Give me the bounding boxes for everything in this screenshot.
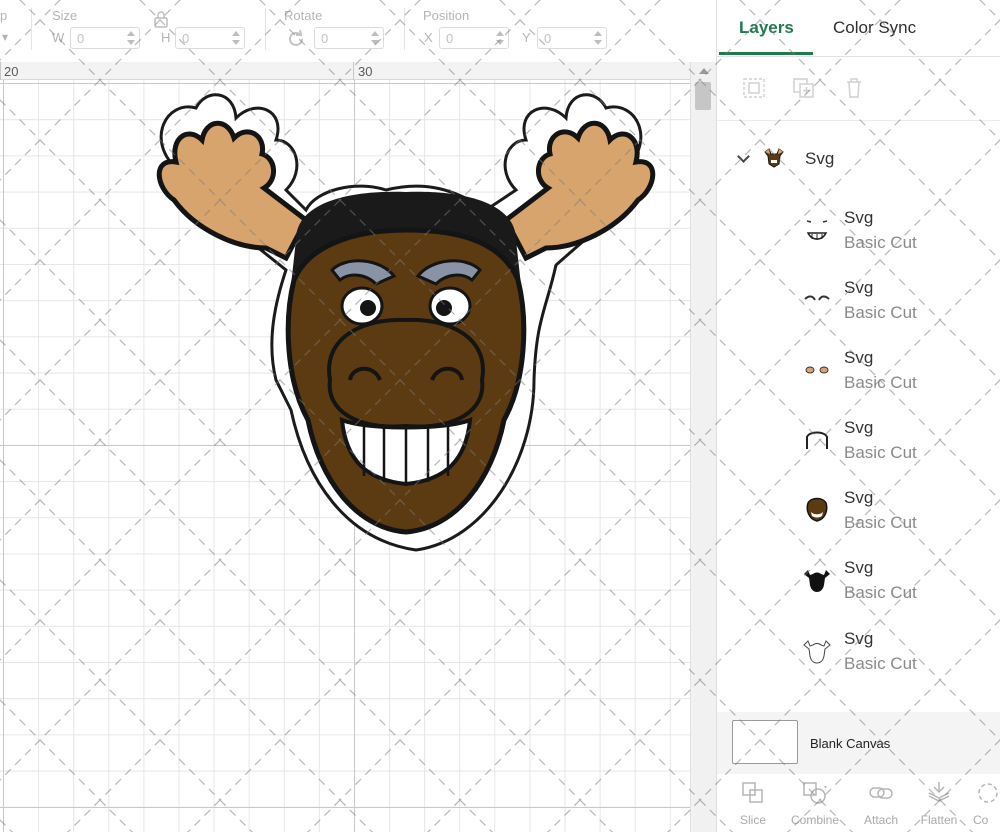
partial-arrow: ▾ <box>2 30 9 44</box>
combine-button[interactable]: Combine <box>785 780 845 830</box>
blank-canvas-thumbnail <box>732 720 798 764</box>
layer-item[interactable]: Svg Basic Cut <box>717 413 1000 479</box>
group-thumbnail <box>763 146 785 168</box>
layer-name: Svg <box>844 488 874 507</box>
layer-item[interactable]: Svg Basic Cut <box>717 273 1000 339</box>
width-stepper[interactable] <box>124 27 138 49</box>
contour-icon <box>975 780 1000 806</box>
layer-name: Svg <box>844 278 874 297</box>
width-axis-label: W <box>52 30 65 45</box>
partial-label: p <box>0 8 8 23</box>
layer-thumbnail-silhouette <box>803 565 831 593</box>
chevron-down-icon[interactable] <box>737 150 750 163</box>
layer-actions-bar: Slice Combine Attach Flatten Co <box>717 774 1000 832</box>
slice-button[interactable]: Slice <box>723 780 783 830</box>
size-label: Size <box>52 8 78 23</box>
separator <box>31 8 32 50</box>
layer-name: Svg <box>844 208 874 227</box>
blank-canvas-row[interactable]: Blank Canvas <box>717 712 1000 774</box>
trash-icon[interactable] <box>841 76 867 100</box>
height-stepper[interactable] <box>229 27 243 49</box>
layers-panel: Layers Color Sync Svg Svg Basic Cut Svg … <box>716 0 1000 832</box>
duplicate-icon[interactable] <box>791 76 817 100</box>
layer-name: Svg <box>844 629 874 648</box>
scroll-thumb[interactable] <box>695 82 711 110</box>
ruler-tick <box>0 62 1 80</box>
vertical-scrollbar[interactable] <box>690 62 716 832</box>
height-axis-label: H <box>161 30 171 45</box>
combine-icon <box>802 780 828 806</box>
tab-layers[interactable]: Layers <box>739 18 794 38</box>
layer-item[interactable]: Svg Basic Cut <box>717 483 1000 549</box>
layer-thumbnail-eyebrows <box>803 285 831 313</box>
layer-group-svg[interactable]: Svg <box>717 140 1000 176</box>
layer-operation: Basic Cut <box>844 654 917 673</box>
layer-thumbnail-eyes <box>803 355 831 383</box>
group-name: Svg <box>805 149 835 168</box>
layer-thumbnail-outline <box>803 636 831 664</box>
layer-name: Svg <box>844 348 874 367</box>
group-icon[interactable] <box>741 76 767 100</box>
attach-button[interactable]: Attach <box>851 780 911 830</box>
divider <box>717 120 1000 121</box>
rotate-stepper[interactable] <box>368 27 382 49</box>
contour-label: Co <box>973 813 989 827</box>
contour-button[interactable]: Co <box>967 780 1000 830</box>
layer-item[interactable]: Svg Basic Cut <box>717 624 1000 690</box>
layer-item[interactable]: Svg Basic Cut <box>717 343 1000 409</box>
flatten-icon <box>926 780 952 806</box>
layer-operation: Basic Cut <box>844 233 917 252</box>
ruler-mark: 20 <box>4 64 19 79</box>
layer-item[interactable]: Svg Basic Cut <box>717 553 1000 619</box>
layer-operation: Basic Cut <box>844 373 917 392</box>
blank-canvas-label: Blank Canvas <box>810 736 891 751</box>
slice-icon <box>740 780 766 806</box>
x-axis-label: X <box>424 30 433 45</box>
layer-name: Svg <box>844 558 874 577</box>
position-label: Position <box>423 8 470 23</box>
slice-label: Slice <box>739 813 766 827</box>
rotate-label: Rotate <box>284 8 323 23</box>
attach-icon <box>868 780 894 806</box>
horizontal-ruler: 20 30 <box>0 62 690 80</box>
layer-operation: Basic Cut <box>844 303 917 322</box>
layer-operation: Basic Cut <box>844 513 917 532</box>
combine-label: Combine <box>790 813 840 827</box>
divider <box>717 56 1000 57</box>
y-axis-label: Y <box>522 30 531 45</box>
active-tab-indicator <box>719 52 813 55</box>
ruler-tick <box>353 62 354 80</box>
properties-toolbar: p ▾ Size W 0 H 0 Rotate 0 Position X 0 Y… <box>0 0 716 62</box>
layer-thumbnail-hair <box>803 425 831 453</box>
layer-operation: Basic Cut <box>844 583 917 602</box>
layer-thumbnail-head <box>803 495 831 523</box>
flatten-label: Flatten <box>920 813 958 827</box>
layer-item[interactable]: Svg Basic Cut <box>717 203 1000 269</box>
rotate-icon <box>285 28 307 55</box>
flatten-button[interactable]: Flatten <box>909 780 969 830</box>
layer-operation: Basic Cut <box>844 443 917 462</box>
layer-name: Svg <box>844 418 874 437</box>
attach-label: Attach <box>863 813 899 827</box>
ruler-mark: 30 <box>358 64 373 79</box>
x-position-stepper[interactable] <box>493 27 507 49</box>
tab-color-sync[interactable]: Color Sync <box>833 18 916 38</box>
y-position-stepper[interactable] <box>591 27 605 49</box>
separator <box>265 8 266 50</box>
layer-thumbnail-teeth <box>803 215 831 243</box>
separator <box>404 8 405 50</box>
scroll-up-icon[interactable] <box>699 68 709 74</box>
moose-design[interactable] <box>136 80 676 565</box>
